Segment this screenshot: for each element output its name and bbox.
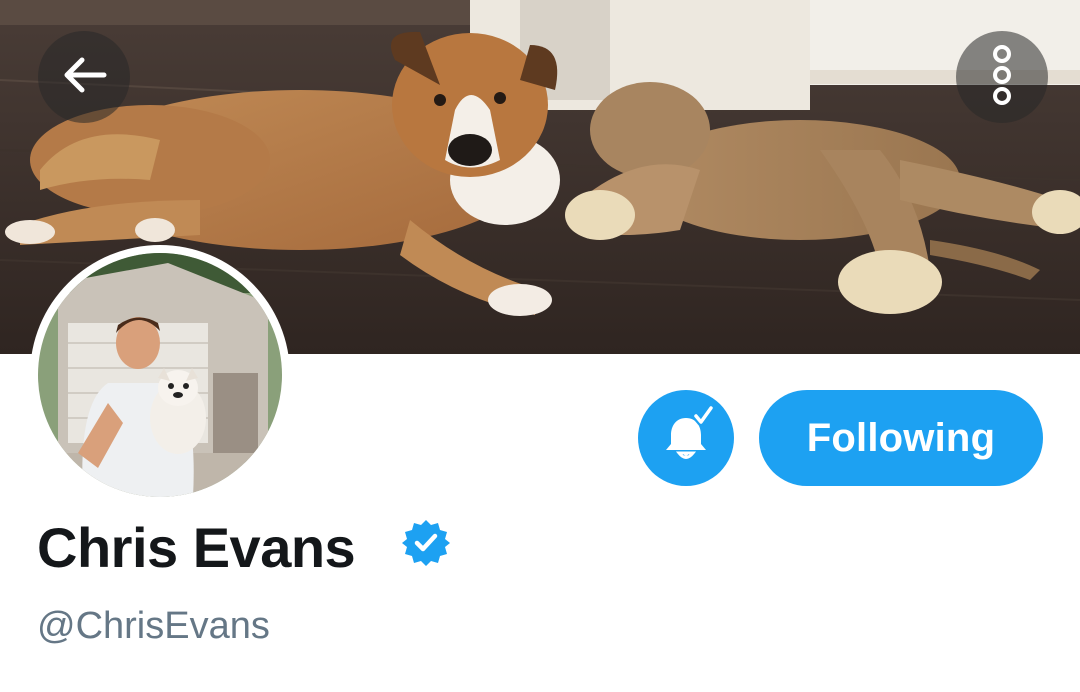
arrow-left-icon — [56, 47, 112, 108]
verified-badge-icon — [400, 517, 452, 569]
notifications-button[interactable] — [638, 390, 734, 486]
display-name: Chris Evans — [37, 516, 356, 579]
user-handle: @ChrisEvans — [37, 605, 270, 647]
back-button[interactable] — [38, 31, 130, 123]
more-options-button[interactable] — [956, 31, 1048, 123]
following-label: Following — [806, 415, 996, 460]
avatar-image — [38, 253, 282, 497]
avatar[interactable] — [30, 245, 290, 505]
following-button[interactable]: Following — [759, 390, 1043, 486]
vertical-dots-icon — [987, 44, 1017, 111]
bell-check-icon — [656, 403, 716, 471]
